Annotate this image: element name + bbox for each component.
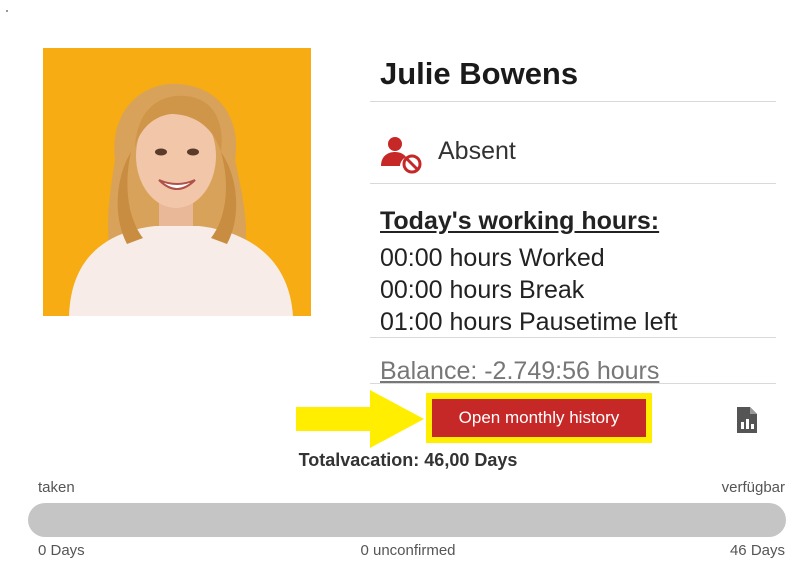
employee-name: Julie Bowens: [380, 56, 579, 91]
divider: [370, 337, 776, 338]
yellow-arrow-icon: [296, 390, 424, 448]
total-vacation: Totalvacation: 46,00 Days: [298, 450, 518, 470]
status-label: Absent: [438, 137, 516, 165]
divider: [370, 383, 776, 384]
divider: [370, 101, 776, 102]
vacation-progress-bar: [28, 503, 786, 537]
taken-label: taken: [38, 479, 75, 496]
open-monthly-history-button[interactable]: Open monthly history: [432, 399, 646, 437]
working-hours-title: Today's working hours:: [380, 207, 660, 235]
button-highlight: Open monthly history: [426, 393, 652, 443]
hours-break: 00:00 hours Break: [380, 276, 585, 304]
available-days: 46 Days: [729, 542, 785, 559]
divider: [370, 183, 776, 184]
unconfirmed-days: 0 unconfirmed: [360, 542, 456, 559]
report-document-icon[interactable]: [737, 407, 757, 433]
pausetime-left: 01:00 hours Pausetime left: [380, 308, 678, 336]
stray-dot: [6, 10, 8, 12]
available-label: verfügbar: [721, 479, 785, 496]
user-absent-icon: [381, 137, 422, 174]
hours-worked: 00:00 hours Worked: [380, 244, 605, 272]
profile-photo: [43, 48, 311, 316]
